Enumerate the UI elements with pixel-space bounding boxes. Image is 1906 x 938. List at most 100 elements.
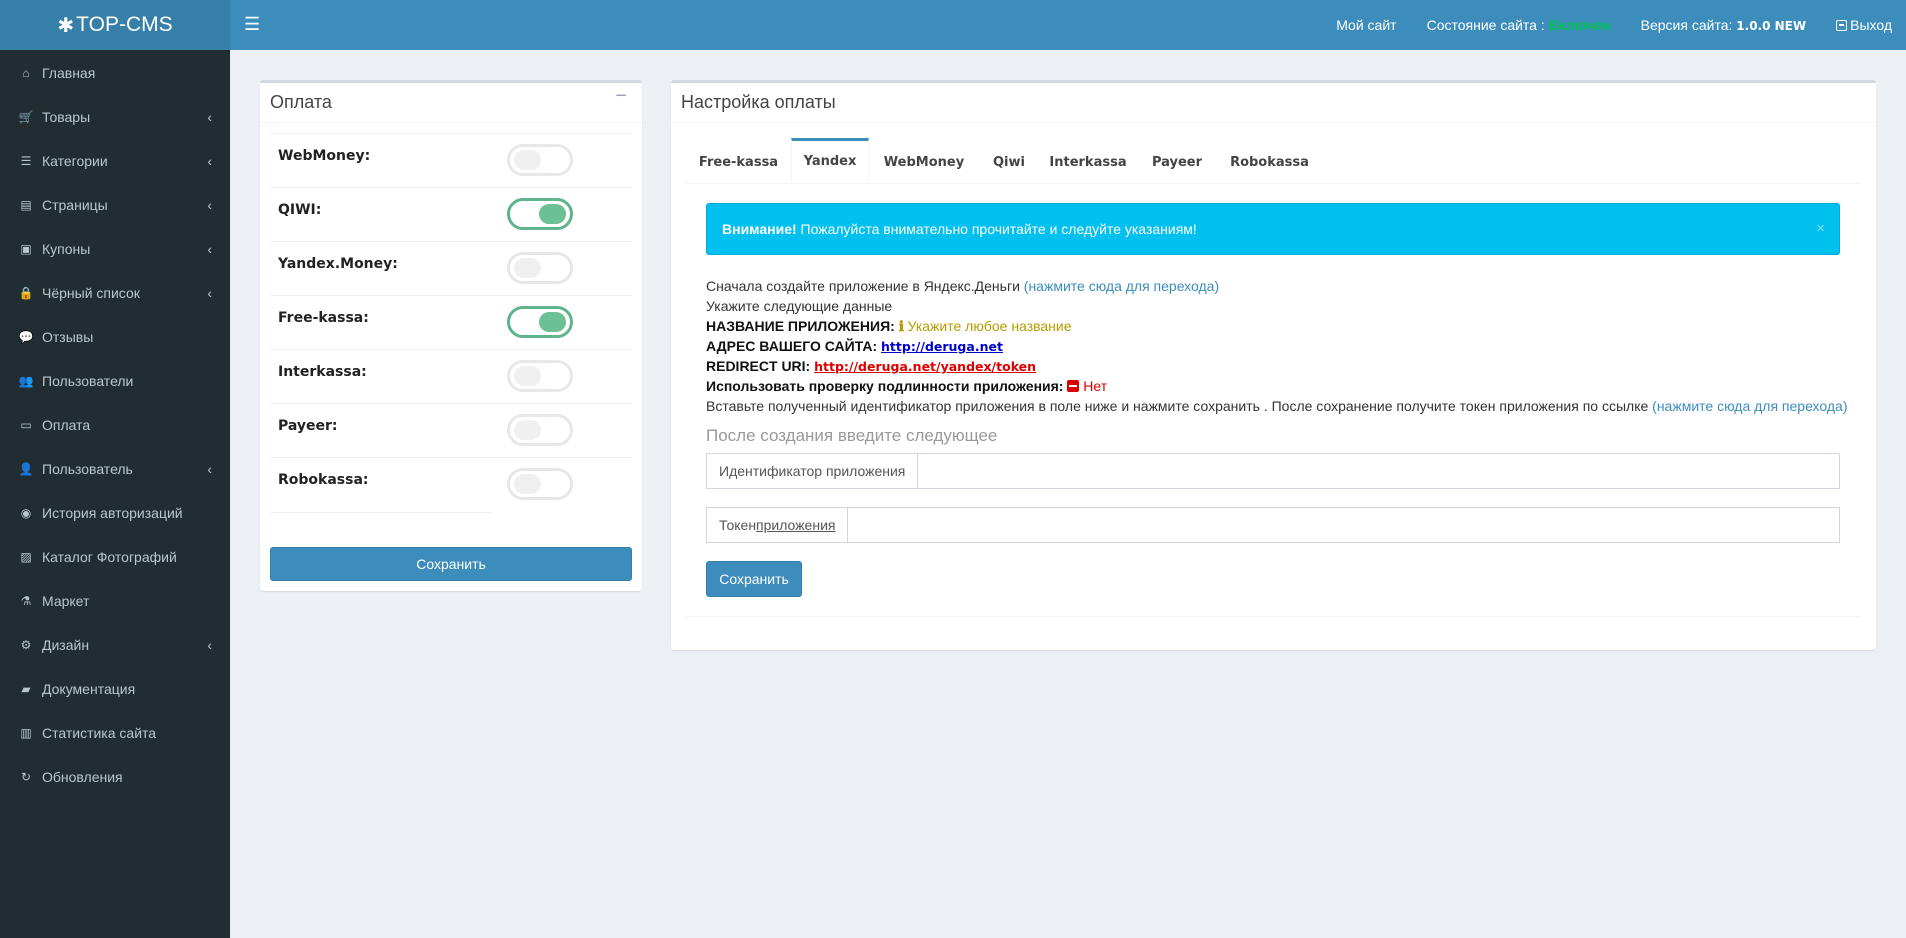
app-id-input-group: Идентификатор приложения	[706, 453, 1840, 489]
app-name-label: НАЗВАНИЕ ПРИЛОЖЕНИЯ:	[706, 318, 895, 334]
minus-square-icon	[1067, 380, 1080, 392]
sidebar-item-label: Отзывы	[42, 329, 94, 345]
payment-method-label: WebMoney:	[278, 148, 371, 164]
instruction-line-enter-data: Укажите следующие данные	[706, 298, 893, 314]
save-payment-methods-button[interactable]: Сохранить	[270, 547, 632, 581]
payment-method-label: Payeer:	[278, 418, 338, 434]
payment-method-row: Robokassa:	[270, 457, 632, 511]
payment-method-row: Payeer:	[270, 403, 632, 457]
sidebar-item-payment[interactable]: ▭ Оплата	[0, 403, 230, 447]
sidebar-item-label: Пользователи	[42, 373, 134, 389]
top-navbar: ☰ Мой сайт Состояние сайта : Включен Вер…	[230, 0, 1906, 50]
gear-icon: ✱	[57, 14, 75, 37]
toggle-knob	[514, 258, 541, 278]
sidebar-item-label: Товары	[42, 109, 91, 125]
tab-robokassa[interactable]: Robokassa	[1217, 141, 1322, 184]
site-version-value: 1.0.0 NEW	[1736, 19, 1807, 33]
tab-webmoney[interactable]: WebMoney	[869, 141, 979, 184]
sidebar-item-label: Документация	[42, 681, 136, 697]
redirect-uri-link[interactable]: http://deruga.net/yandex/token	[814, 359, 1036, 374]
yandex-money-link[interactable]: (нажмите сюда для перехода)	[1024, 278, 1219, 294]
sidebar-item-statistics[interactable]: ▥ Статистика сайта	[0, 711, 230, 755]
sidebar-item-auth-history[interactable]: ◉ История авторизаций	[0, 491, 230, 535]
free-kassa-toggle[interactable]	[507, 306, 573, 338]
sidebar-item-label: Страницы	[42, 197, 108, 213]
token-label-prefix: Токен	[719, 517, 757, 533]
sidebar-item-blacklist[interactable]: 🔒 Чёрный список ‹	[0, 271, 230, 315]
file-icon: ▤	[20, 198, 32, 212]
image-icon: ▨	[20, 550, 32, 564]
sidebar-item-categories[interactable]: ☰ Категории ‹	[0, 139, 230, 183]
sidebar-item-home[interactable]: ⌂ Главная	[0, 51, 230, 95]
tab-qiwi[interactable]: Qiwi	[979, 141, 1039, 184]
bar-chart-icon: ▥	[20, 726, 32, 740]
logo-text: TOP-CMS	[76, 13, 173, 36]
sidebar-item-label: Статистика сайта	[42, 725, 157, 741]
info-icon: ℹ	[898, 318, 905, 334]
auth-check-label: Использовать проверку подлинности прилож…	[706, 378, 1064, 394]
save-settings-button[interactable]: Сохранить	[706, 561, 802, 597]
sidebar-item-label: Категории	[42, 153, 108, 169]
cogs-icon: ⚙	[20, 638, 32, 652]
sidebar-item-coupons[interactable]: ▣ Купоны ‹	[0, 227, 230, 271]
redirect-uri-label: REDIRECT URI:	[706, 358, 811, 374]
payment-method-label: QIWI:	[278, 202, 322, 218]
logout-link[interactable]: Выход	[1836, 17, 1892, 33]
sidebar-item-label: Дизайн	[42, 637, 90, 653]
tab-payeer[interactable]: Payeer	[1137, 141, 1217, 184]
site-address-link[interactable]: http://deruga.net	[881, 339, 1003, 354]
sidebar-item-user[interactable]: 👤 Пользователь ‹	[0, 447, 230, 491]
sidebar-item-docs[interactable]: ▰ Документация	[0, 667, 230, 711]
list-icon: ☰	[20, 154, 32, 168]
payment-method-row: Yandex.Money:	[270, 241, 632, 295]
qiwi-toggle[interactable]	[507, 198, 573, 230]
sidebar-item-reviews[interactable]: 💬 Отзывы	[0, 315, 230, 359]
instruction-text: Вставьте полученный идентификатор прилож…	[706, 398, 1653, 414]
sidebar-item-updates[interactable]: ↻ Обновления	[0, 755, 230, 799]
book-icon: ▰	[21, 682, 31, 696]
interkassa-toggle[interactable]	[507, 360, 573, 392]
sidebar-item-label: Оплата	[42, 417, 91, 433]
payment-method-label: Robokassa:	[278, 472, 369, 488]
app-id-input[interactable]	[918, 454, 1839, 488]
token-input-group: Токен приложения	[706, 507, 1840, 543]
collapse-button[interactable]: −	[615, 85, 627, 108]
close-icon[interactable]: ×	[1816, 220, 1825, 237]
lock-icon: 🔒	[18, 286, 34, 300]
tab-yandex[interactable]: Yandex	[791, 138, 869, 182]
site-status: Состояние сайта : Включен	[1427, 17, 1611, 33]
token-input[interactable]	[848, 508, 1839, 542]
comments-icon: 💬	[18, 330, 34, 344]
sidebar-item-market[interactable]: ⚗ Маркет	[0, 579, 230, 623]
payment-method-row: Interkassa:	[270, 349, 632, 403]
sidebar-item-label: Купоны	[42, 241, 91, 257]
tab-interkassa[interactable]: Interkassa	[1039, 141, 1137, 184]
payment-method-label: Free-kassa:	[278, 310, 369, 326]
sidebar-item-users[interactable]: 👥 Пользователи	[0, 359, 230, 403]
token-link[interactable]: (нажмите сюда для перехода)	[1652, 398, 1847, 414]
tab-free-kassa[interactable]: Free-kassa	[686, 141, 791, 184]
yandex-money-toggle[interactable]	[507, 252, 573, 284]
sidebar-item-design[interactable]: ⚙ Дизайн ‹	[0, 623, 230, 667]
payment-settings-header: Настройка оплаты	[671, 83, 1876, 123]
logo[interactable]: ✱ TOP-CMS	[0, 0, 230, 50]
sidebar-item-label: Каталог Фотографий	[42, 549, 177, 565]
webmoney-toggle[interactable]	[507, 144, 573, 176]
sidebar-item-label: Чёрный список	[42, 285, 140, 301]
sidebar-item-pages[interactable]: ▤ Страницы ‹	[0, 183, 230, 227]
hamburger-icon[interactable]: ☰	[244, 14, 260, 34]
sidebar-item-label: Обновления	[42, 769, 123, 785]
robokassa-toggle[interactable]	[507, 468, 573, 500]
sidebar-item-products[interactable]: 🛒 Товары ‹	[0, 95, 230, 139]
sidebar-item-photo-catalog[interactable]: ▨ Каталог Фотографий	[0, 535, 230, 579]
eye-slash-icon: ◉	[20, 506, 32, 520]
payment-tabs: Free-kassa Yandex WebMoney Qiwi Interkas…	[686, 138, 1861, 184]
chevron-left-icon: ‹	[207, 637, 212, 653]
site-version: Версия сайта: 1.0.0 NEW	[1641, 17, 1806, 33]
toggle-knob	[539, 312, 566, 332]
my-site-link[interactable]: Мой сайт	[1336, 17, 1396, 33]
payment-method-label: Interkassa:	[278, 364, 367, 380]
payeer-toggle[interactable]	[507, 414, 573, 446]
alert-strong: Внимание!	[722, 221, 797, 237]
toggle-knob	[514, 474, 541, 494]
